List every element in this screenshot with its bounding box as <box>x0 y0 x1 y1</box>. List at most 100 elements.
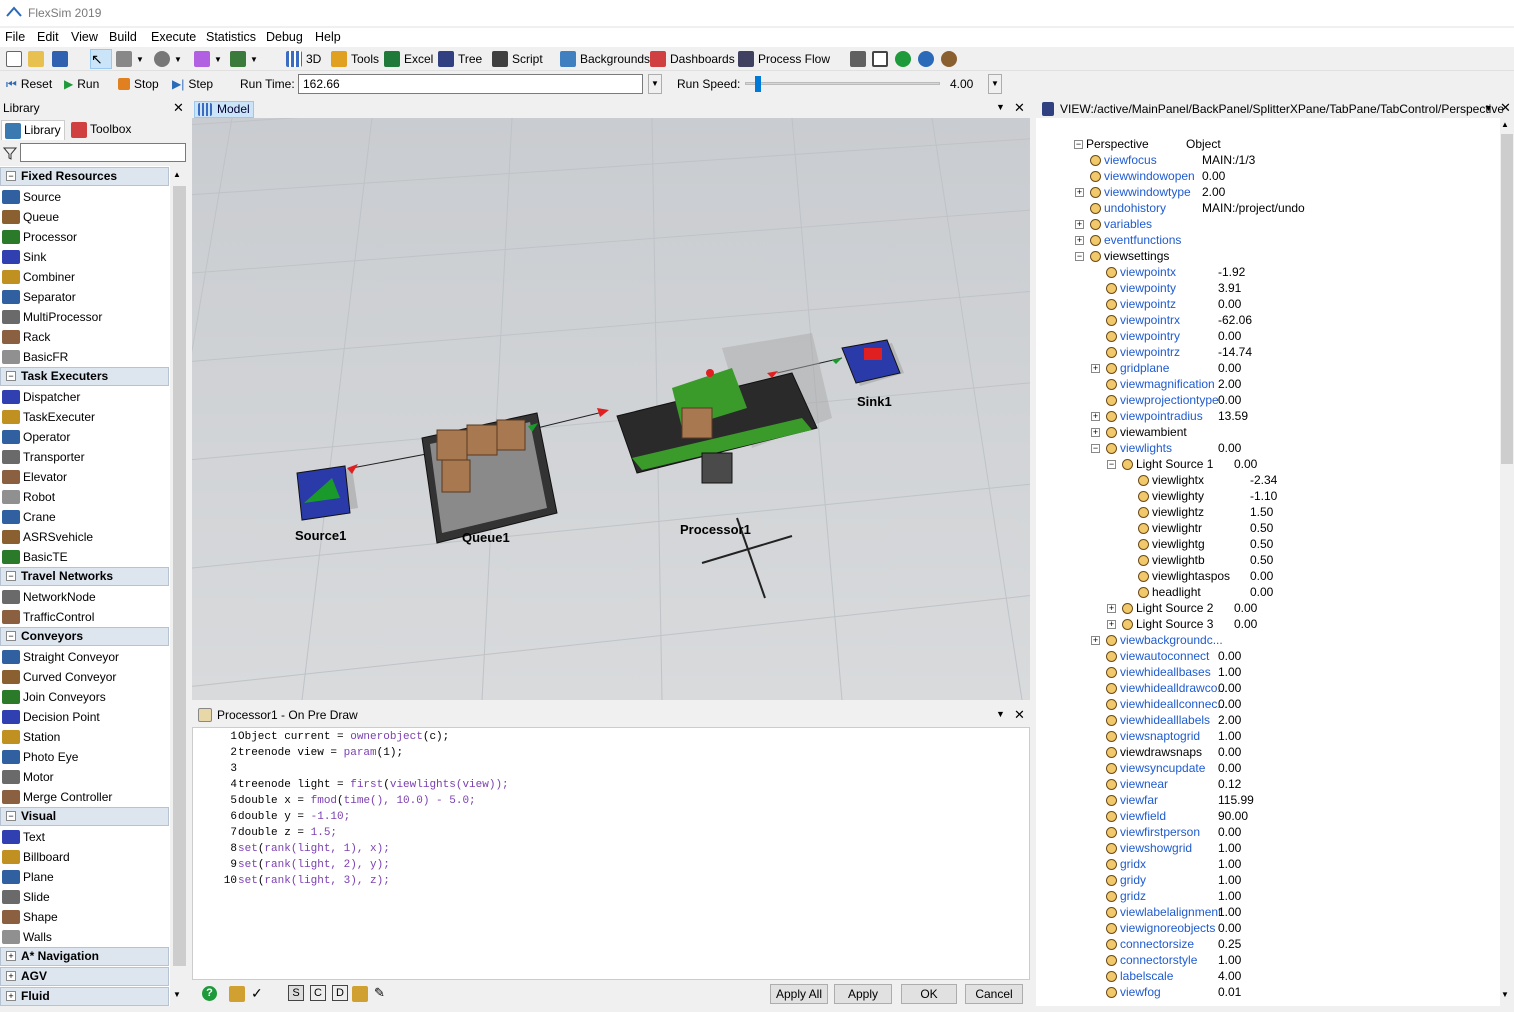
library-item[interactable]: Dispatcher <box>0 387 80 407</box>
backgrounds-button[interactable]: Backgrounds <box>560 49 650 69</box>
code-line[interactable]: 3 <box>193 761 238 777</box>
run-speed-thumb[interactable] <box>755 76 761 92</box>
script-button[interactable]: Script <box>492 49 543 69</box>
run-time-dropdown[interactable]: ▼ <box>648 74 662 94</box>
library-item[interactable]: TaskExecuter <box>0 407 95 427</box>
expand-icon[interactable]: + <box>1091 636 1100 645</box>
library-item[interactable]: Processor <box>0 227 77 247</box>
library-item[interactable]: Curved Conveyor <box>0 667 116 687</box>
collapse-icon[interactable]: − <box>6 371 16 381</box>
library-scrollbar[interactable]: ▲ ▼ <box>171 166 188 1006</box>
code-line[interactable]: 6double y = -1.10; <box>193 809 350 825</box>
online-button[interactable] <box>918 49 934 69</box>
code-line[interactable]: 1Object current = ownerobject(c); <box>193 729 449 745</box>
close-icon[interactable]: ✕ <box>1014 100 1025 116</box>
menu-view[interactable]: View <box>71 30 98 44</box>
menu-help[interactable]: Help <box>315 30 341 44</box>
collapse-icon[interactable]: − <box>6 571 16 581</box>
library-item[interactable]: Queue <box>0 207 59 227</box>
excel-button[interactable]: Excel <box>384 49 433 69</box>
tree-view[interactable]: − Perspective Object viewfocus MAIN:/1/3 view… <box>1036 118 1500 1006</box>
menu-execute[interactable]: Execute <box>151 30 196 44</box>
library-item[interactable]: Motor <box>0 767 54 787</box>
library-item[interactable]: ASRSvehicle <box>0 527 93 547</box>
library-category[interactable]: − Fixed Resources <box>0 167 169 186</box>
lock-icon[interactable] <box>352 986 368 1002</box>
library-item[interactable]: Station <box>0 727 60 747</box>
library-item[interactable]: TrafficControl <box>0 607 94 627</box>
reset-button[interactable]: ⏮ Reset <box>6 74 52 94</box>
tree-button[interactable]: Tree <box>438 49 482 69</box>
chevron-down-icon[interactable]: ▼ <box>996 102 1005 112</box>
expand-icon[interactable]: + <box>1107 604 1116 613</box>
expand-icon[interactable]: + <box>1075 220 1084 229</box>
template-icon[interactable] <box>229 986 245 1002</box>
menu-file[interactable]: File <box>5 30 25 44</box>
run-button[interactable]: ▶ Run <box>64 74 99 94</box>
library-category[interactable]: − Conveyors <box>0 627 169 646</box>
scroll-up-icon[interactable]: ▲ <box>173 170 181 179</box>
library-item[interactable]: Combiner <box>0 267 75 287</box>
code-line[interactable]: 4treenode light = first(viewlights(view)… <box>193 777 508 793</box>
library-item[interactable]: Join Conveyors <box>0 687 106 707</box>
dashboards-button[interactable]: Dashboards <box>650 49 735 69</box>
connect-mode-button[interactable]: ▼ <box>116 49 144 69</box>
library-item[interactable]: Walls <box>0 927 52 947</box>
close-icon[interactable]: ✕ <box>1500 100 1511 116</box>
color-mode-button[interactable]: ▼ <box>194 49 222 69</box>
library-item[interactable]: Plane <box>0 867 54 887</box>
code-line[interactable]: 10set(rank(light, 3), z); <box>193 873 390 889</box>
group-mode-button[interactable]: ▼ <box>230 49 258 69</box>
library-item[interactable]: Sink <box>0 247 46 267</box>
library-category[interactable]: − Travel Networks <box>0 567 169 586</box>
code-line[interactable]: 7double z = 1.5; <box>193 825 337 841</box>
c-toggle-icon[interactable]: C <box>310 985 326 1001</box>
menu-statistics[interactable]: Statistics <box>206 30 256 44</box>
3d-button[interactable]: 3D <box>286 49 321 69</box>
code-editor[interactable]: 1Object current = ownerobject(c); 2treeno… <box>192 727 1030 980</box>
run-speed-slider[interactable] <box>745 76 940 92</box>
library-item[interactable]: Robot <box>0 487 55 507</box>
tree-scrollbar[interactable]: ▲ ▼ <box>1500 118 1514 1006</box>
library-filter-input[interactable] <box>20 143 186 162</box>
s-toggle-icon[interactable]: S <box>288 985 304 1001</box>
library-item[interactable]: Decision Point <box>0 707 100 727</box>
library-item[interactable]: Rack <box>0 327 50 347</box>
code-line[interactable]: 9set(rank(light, 2), y); <box>193 857 389 873</box>
step-button[interactable]: ▶| Step <box>172 74 213 94</box>
run-speed-dropdown[interactable]: ▼ <box>988 74 1002 94</box>
tab-toolbox[interactable]: Toolbox <box>68 120 138 140</box>
collapse-icon[interactable]: − <box>1107 460 1116 469</box>
collapse-icon[interactable]: − <box>6 631 16 641</box>
chevron-down-icon[interactable]: ▼ <box>996 709 1005 719</box>
library-item[interactable]: Billboard <box>0 847 70 867</box>
expand-icon[interactable]: + <box>6 971 16 981</box>
expand-icon[interactable]: + <box>1091 364 1100 373</box>
layout-button[interactable] <box>850 49 866 69</box>
stop-button[interactable]: Stop <box>118 74 159 94</box>
expand-icon[interactable]: + <box>1091 428 1100 437</box>
expand-icon[interactable]: + <box>1075 188 1084 197</box>
new-model-button[interactable] <box>6 49 22 69</box>
d-toggle-icon[interactable]: D <box>332 985 348 1001</box>
library-item[interactable]: Elevator <box>0 467 67 487</box>
library-item[interactable]: Crane <box>0 507 56 527</box>
expand-icon[interactable]: + <box>6 991 16 1001</box>
tools-button[interactable]: Tools <box>331 49 379 69</box>
library-item[interactable]: Transporter <box>0 447 85 467</box>
cancel-button[interactable]: Cancel <box>965 984 1023 1004</box>
model-3d-view[interactable]: Source1 Queue1 Processor1 Sink1 <box>192 118 1030 700</box>
expand-icon[interactable]: + <box>6 951 16 961</box>
user-button[interactable] <box>941 49 957 69</box>
library-category[interactable]: + A* Navigation <box>0 947 169 966</box>
help-icon[interactable]: ? <box>202 986 217 1001</box>
tab-model[interactable]: Model <box>194 101 254 118</box>
library-category[interactable]: − Task Executers <box>0 367 169 386</box>
code-line[interactable]: 8set(rank(light, 1), x); <box>193 841 389 857</box>
library-item[interactable]: Photo Eye <box>0 747 78 767</box>
collapse-icon[interactable]: − <box>6 171 16 181</box>
select-mode-button[interactable]: ↖ <box>90 49 112 69</box>
model-3d-canvas[interactable]: Source1 Queue1 Processor1 Sink1 <box>192 118 1030 700</box>
library-item[interactable]: Slide <box>0 887 50 907</box>
help-button[interactable] <box>895 49 911 69</box>
